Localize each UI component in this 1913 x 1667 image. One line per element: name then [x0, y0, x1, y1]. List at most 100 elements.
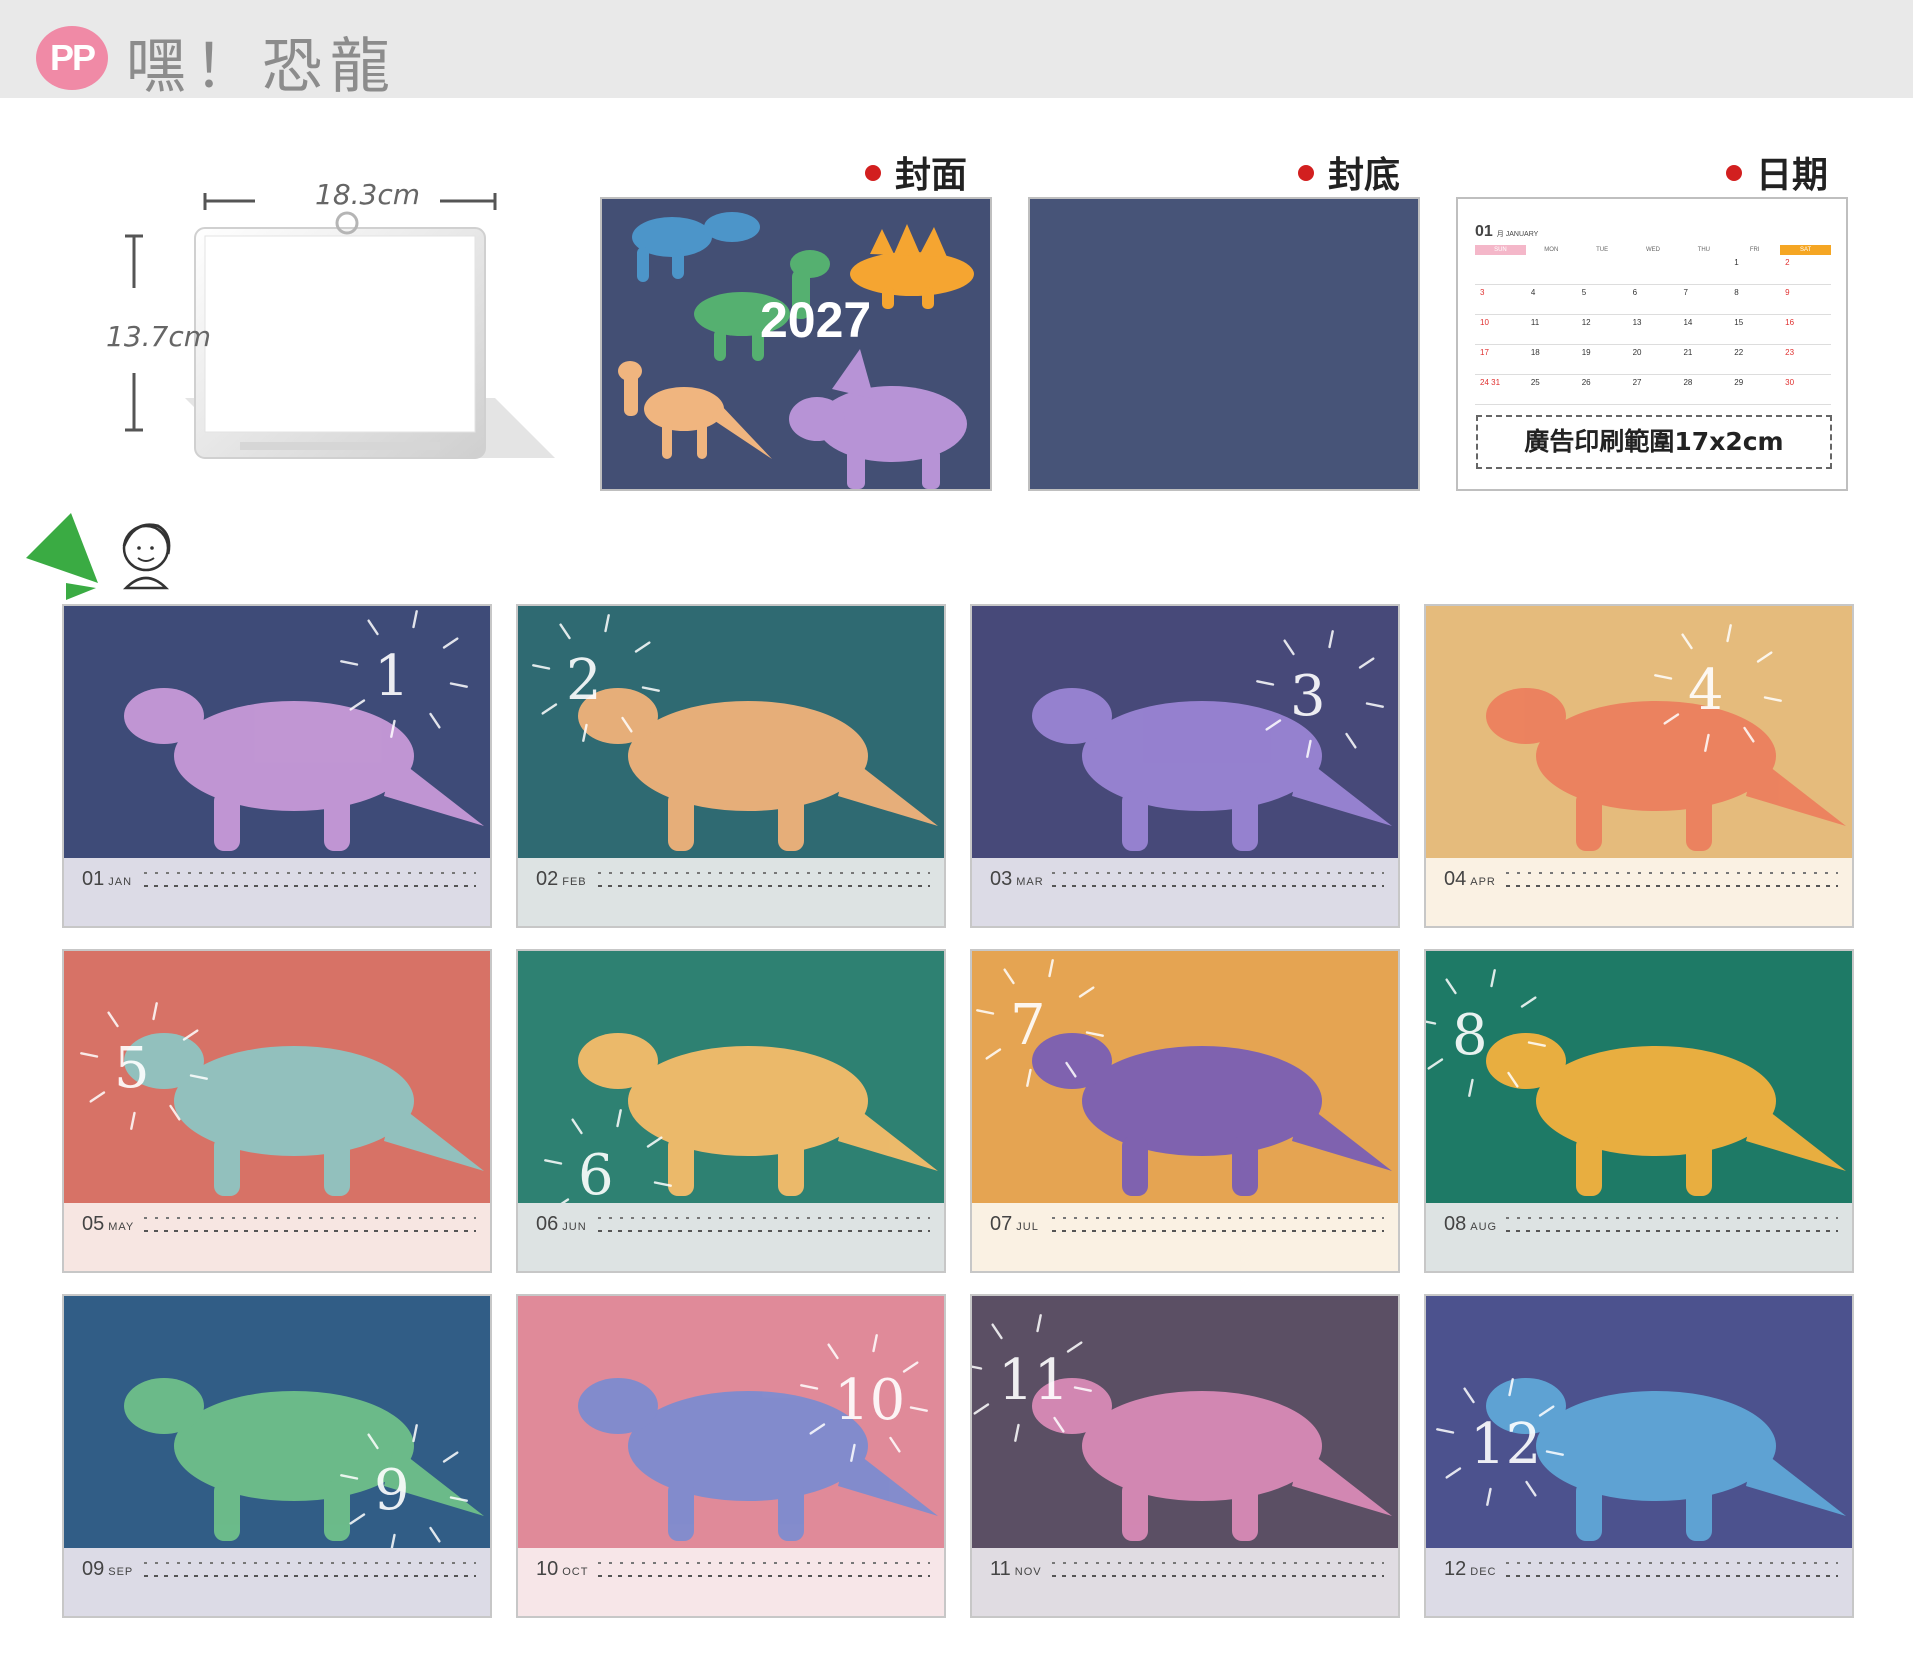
red-dot-icon — [1298, 165, 1314, 181]
date-cell: 18 — [1530, 348, 1540, 357]
weekday-strip — [1052, 872, 1384, 874]
date-rows: 1 2 3 4 5 6 7 8 9 10 11 12 13 14 15 16 17 18 19 20 21 22 23 24 … — [1475, 255, 1831, 405]
date-row: 3 4 5 6 7 8 9 — [1475, 285, 1831, 315]
date-cell: 21 — [1683, 348, 1693, 357]
month-handwritten-number: 8 — [1452, 1003, 1488, 1068]
date-cell — [1526, 255, 1577, 284]
date-row: 17 18 19 20 21 22 23 — [1475, 345, 1831, 375]
weekday-5: FRI — [1749, 247, 1760, 253]
weekday-strip — [144, 1217, 476, 1219]
date-cell: 16 — [1785, 318, 1795, 327]
date-label: 日期 — [1726, 146, 1828, 198]
date-cell: 2 — [1785, 258, 1790, 267]
date-cell: 1 — [1734, 258, 1739, 267]
allosaurus-icon — [1486, 688, 1846, 851]
date-cell: 19 — [1581, 348, 1591, 357]
month-card-feb: 2 02 FEB — [516, 604, 946, 928]
date-cell: 24 31 — [1480, 378, 1501, 387]
date-cell: 8 — [1734, 288, 1739, 297]
month-label: 11 NOV — [990, 1558, 1042, 1580]
peach-dinosaur-icon — [618, 361, 772, 459]
month-handwritten-number: 4 — [1688, 658, 1724, 723]
weekday-strip — [1052, 1217, 1384, 1219]
red-dot-icon — [865, 165, 881, 181]
day-numbers-strip — [144, 885, 476, 887]
day-numbers-strip — [598, 1575, 930, 1577]
date-cell: 14 — [1683, 318, 1693, 327]
day-numbers-strip — [144, 1575, 476, 1577]
day-numbers-strip — [1506, 1230, 1838, 1232]
ad-print-area: 廣告印刷範圍17x2cm — [1476, 415, 1832, 469]
date-cell: 6 — [1632, 288, 1638, 297]
cover-year: 2027 — [760, 292, 872, 348]
date-cell: 11 — [1530, 318, 1540, 327]
month-label: 12 DEC — [1444, 1558, 1497, 1580]
date-cell — [1628, 255, 1679, 284]
month-card-oct: 10 10 OCT — [516, 1294, 946, 1618]
date-cell: 25 — [1530, 378, 1540, 387]
month-handwritten-number: 3 — [1290, 664, 1326, 729]
weekday-strip — [1506, 872, 1838, 874]
page-header: PP 嘿！恐龍 — [0, 0, 1913, 102]
date-cell: 3 — [1480, 288, 1485, 297]
weekday-strip — [598, 1217, 930, 1219]
day-numbers-strip — [1052, 885, 1384, 887]
day-numbers-strip — [1052, 1575, 1384, 1577]
date-cell: 23 — [1785, 348, 1795, 357]
weekday-3: WED — [1646, 247, 1660, 253]
month-card-jul: 7 07 JUL — [970, 949, 1400, 1273]
blue-dinosaur-icon — [632, 212, 760, 282]
month-card-jan: 1 01 JAN — [62, 604, 492, 928]
month-card-sep: 9 09 SEP — [62, 1294, 492, 1618]
tree-and-girl-doodle-icon — [26, 513, 171, 600]
page-title: 嘿！恐龍 — [126, 32, 398, 102]
day-numbers-strip — [598, 885, 930, 887]
month-card-may: 5 05 MAY — [62, 949, 492, 1273]
day-numbers-strip — [1052, 1230, 1384, 1232]
month-handwritten-number: 11 — [998, 1348, 1070, 1413]
date-cell: 5 — [1581, 288, 1587, 297]
month-label: 07 JUL — [990, 1213, 1039, 1235]
month-label: 05 MAY — [82, 1213, 135, 1235]
date-cell: 22 — [1734, 348, 1744, 357]
date-cell: 28 — [1683, 378, 1693, 387]
date-cell: 17 — [1480, 348, 1489, 357]
month-label: 01 JAN — [82, 868, 133, 890]
date-row: 24 31 25 26 27 28 29 30 — [1475, 375, 1831, 405]
brand-logo: PP — [36, 26, 108, 90]
weekday-1: MON — [1544, 247, 1559, 253]
day-numbers-strip — [1506, 1575, 1838, 1577]
month-card-aug: 8 08 AUG — [1424, 949, 1854, 1273]
month-handwritten-number: 2 — [566, 648, 602, 713]
weekday-strip — [144, 872, 476, 874]
weekday-6: SAT — [1780, 245, 1832, 255]
calendar-stand-icon — [185, 211, 555, 459]
weekday-strip — [144, 1562, 476, 1564]
month-label: 09 SEP — [82, 1558, 134, 1580]
day-numbers-strip — [598, 1230, 930, 1232]
month-card-mar: 3 03 MAR — [970, 604, 1400, 928]
month-handwritten-number: 10 — [834, 1368, 906, 1433]
day-numbers-strip — [1506, 885, 1838, 887]
date-sheet-preview: 01 月 JANUARY SUN MON TUE WED THU FRI SAT 123456… — [1456, 197, 1848, 491]
back-cover-preview — [1028, 197, 1420, 491]
month-handwritten-number: 9 — [374, 1458, 410, 1523]
month-label: 06 JUN — [536, 1213, 587, 1235]
date-cell: 15 — [1734, 318, 1744, 327]
month-handwritten-number: 5 — [114, 1036, 150, 1101]
month-card-nov: 11 11 NOV — [970, 1294, 1400, 1618]
date-cell — [1475, 255, 1526, 284]
date-cell: 10 — [1480, 318, 1489, 327]
date-cell — [1577, 255, 1628, 284]
height-label: 13.7cm — [106, 320, 212, 353]
month-handwritten-number: 6 — [578, 1143, 614, 1208]
date-row: 12 — [1475, 255, 1831, 285]
date-cell: 30 — [1785, 378, 1795, 387]
day-numbers-strip — [144, 1230, 476, 1232]
weekday-0: SUN — [1475, 245, 1526, 255]
cover-label: 封面 — [865, 146, 967, 198]
date-cell: 27 — [1632, 378, 1642, 387]
month-card-apr: 4 04 APR — [1424, 604, 1854, 928]
weekday-strip — [598, 1562, 930, 1564]
weekday-strip — [1052, 1562, 1384, 1564]
